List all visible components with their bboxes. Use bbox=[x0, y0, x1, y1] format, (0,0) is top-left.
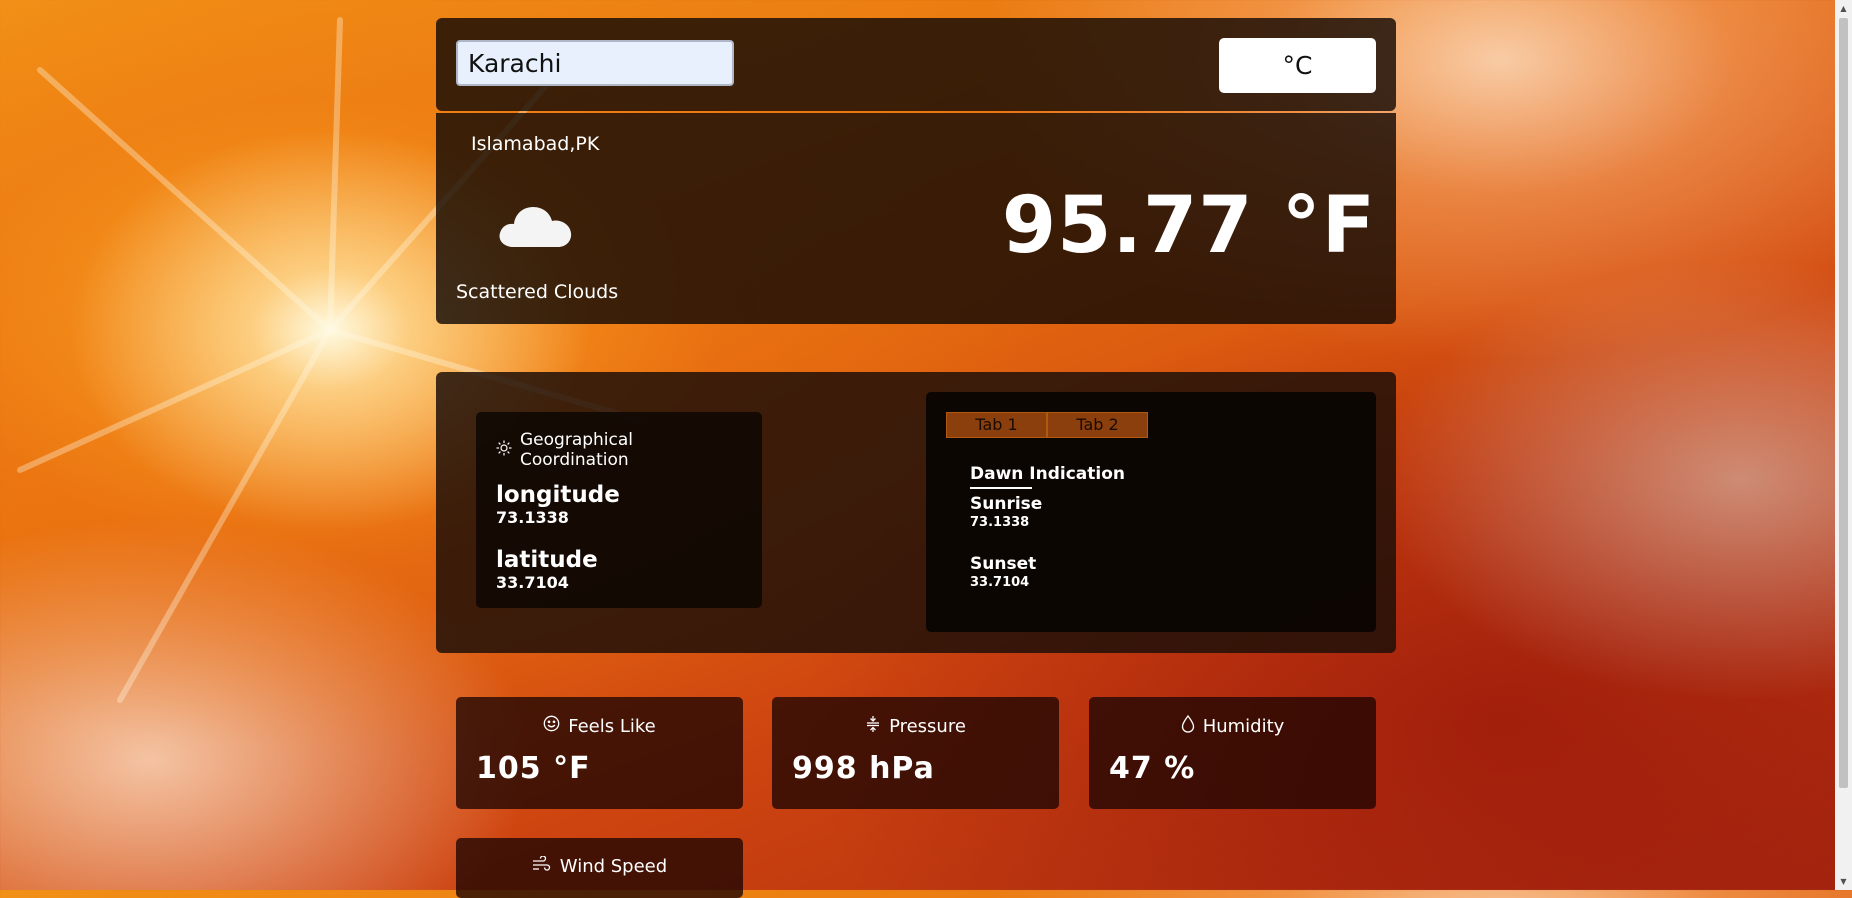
geo-coordinates-card: Geographical Coordination longitude 73.1… bbox=[476, 412, 762, 608]
details-panel: Geographical Coordination longitude 73.1… bbox=[436, 372, 1396, 653]
tab-2[interactable]: Tab 2 bbox=[1047, 412, 1148, 438]
humidity-card: Humidity 47 % bbox=[1089, 697, 1376, 809]
humidity-label: Humidity bbox=[1202, 716, 1285, 737]
cloud-icon bbox=[496, 195, 576, 255]
sunrise-value: 73.1338 bbox=[970, 515, 1030, 530]
vertical-scrollbar[interactable]: ▲ ▼ bbox=[1835, 0, 1852, 890]
feels-like-value: 105 °F bbox=[476, 751, 591, 786]
wind-speed-card: Wind Speed bbox=[456, 838, 743, 898]
pressure-label: Pressure bbox=[889, 716, 966, 737]
unit-toggle-button[interactable]: °C bbox=[1219, 38, 1376, 93]
search-input[interactable] bbox=[456, 40, 734, 86]
sunset-label: Sunset bbox=[970, 554, 1037, 574]
sun-icon bbox=[496, 440, 512, 461]
smiley-icon bbox=[543, 715, 560, 737]
geo-card-title: Geographical Coordination bbox=[520, 430, 634, 470]
scroll-down-arrow-icon[interactable]: ▼ bbox=[1835, 873, 1852, 890]
wind-speed-label: Wind Speed bbox=[559, 856, 668, 877]
scrollbar-thumb[interactable] bbox=[1839, 18, 1848, 788]
sunset-value: 33.7104 bbox=[970, 575, 1030, 590]
tab-1[interactable]: Tab 1 bbox=[946, 412, 1047, 438]
pressure-card: Pressure 998 hPa bbox=[772, 697, 1059, 809]
search-bar: °C bbox=[436, 18, 1396, 111]
temperature-value: 95.77 °F bbox=[1001, 181, 1376, 271]
pressure-value: 998 hPa bbox=[792, 751, 935, 786]
dawn-indication-title: Dawn Indication bbox=[970, 464, 1126, 484]
droplet-icon bbox=[1181, 714, 1195, 738]
scroll-up-arrow-icon[interactable]: ▲ bbox=[1835, 0, 1852, 17]
latitude-label: latitude bbox=[496, 547, 598, 573]
feels-like-card: Feels Like 105 °F bbox=[456, 697, 743, 809]
geo-card-header: Geographical Coordination bbox=[496, 430, 742, 470]
title-underline bbox=[970, 487, 1032, 489]
longitude-value: 73.1338 bbox=[496, 508, 569, 527]
pressure-icon bbox=[865, 715, 881, 738]
humidity-value: 47 % bbox=[1109, 751, 1196, 786]
tabs-card: Tab 1 Tab 2 Dawn Indication Sunrise 73.1… bbox=[926, 392, 1376, 632]
weather-description: Scattered Clouds bbox=[456, 281, 619, 303]
current-weather-panel: Islamabad,PK Scattered Clouds 95.77 °F bbox=[436, 113, 1396, 324]
longitude-label: longitude bbox=[496, 482, 620, 508]
feels-like-label: Feels Like bbox=[568, 715, 656, 737]
wind-icon bbox=[532, 855, 552, 877]
sunrise-label: Sunrise bbox=[970, 494, 1043, 514]
latitude-value: 33.7104 bbox=[496, 573, 569, 592]
city-name: Islamabad,PK bbox=[471, 133, 600, 155]
